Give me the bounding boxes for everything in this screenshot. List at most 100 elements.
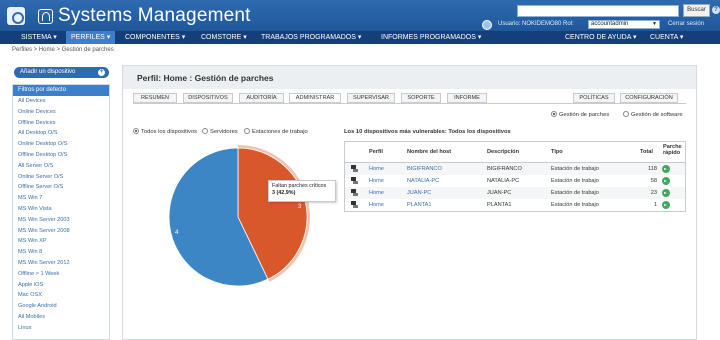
column-header[interactable]: Descripción xyxy=(487,149,519,155)
tab-dispositivos[interactable]: DISPOSITIVOS xyxy=(183,93,233,103)
quick-patch-icon[interactable] xyxy=(662,177,670,185)
breadcrumb[interactable]: Perfiles > Home > Gestión de parches xyxy=(12,47,114,53)
radio-icon xyxy=(202,128,208,134)
filter-item[interactable]: MS Win Vista xyxy=(13,204,109,215)
filter-item[interactable]: Apple iOS xyxy=(13,280,109,291)
filter-item[interactable]: MS Win Server 2012 xyxy=(13,258,109,269)
filter-item[interactable]: Mac OSX xyxy=(13,290,109,301)
radio-servidores[interactable]: Servidores xyxy=(202,128,238,135)
filter-item[interactable]: Offline Devices xyxy=(13,118,109,129)
menu-trabajos-programados[interactable]: TRABAJOS PROGRAMADOS ▾ xyxy=(256,31,366,44)
radio-label: Gestión de parches xyxy=(559,112,610,118)
filter-item[interactable]: Online Server O/S xyxy=(13,172,109,183)
filter-item[interactable]: All Server O/S xyxy=(13,161,109,172)
chevron-down-icon: ▼ xyxy=(652,21,657,27)
filter-item[interactable]: Google Android xyxy=(13,301,109,312)
tab-auditoria[interactable]: AUDITORÍA xyxy=(239,93,284,103)
table-row[interactable]: Home JUAN-PC JUAN-PC Estación de trabajo 23 xyxy=(345,187,685,199)
menu-componentes[interactable]: COMPONENTES ▾ xyxy=(120,31,190,44)
notification-icon[interactable] xyxy=(482,20,492,30)
type-cell: Estación de trabajo xyxy=(551,178,599,184)
app-logo-icon[interactable] xyxy=(7,7,25,25)
filter-item[interactable]: Online Devices xyxy=(13,107,109,118)
quick-patch-icon[interactable] xyxy=(662,189,670,197)
computer-icon xyxy=(351,201,358,208)
filter-item[interactable]: Offline Server O/S xyxy=(13,182,109,193)
devices-table: Perfil Nombre del host Descripción Tipo … xyxy=(344,141,686,212)
type-cell: Estación de trabajo xyxy=(551,166,599,172)
total-cell: 118 xyxy=(648,166,657,172)
type-cell: Estación de trabajo xyxy=(551,190,599,196)
radio-label: Gestión de software xyxy=(631,112,683,118)
profile-link[interactable]: Home xyxy=(369,166,384,172)
pie-label: 4 xyxy=(175,230,179,236)
column-header[interactable]: Tipo xyxy=(551,149,563,155)
host-link[interactable]: NATALIA-PC xyxy=(407,178,439,184)
role-select[interactable]: accountadmin ▼ xyxy=(588,20,660,29)
menu-perfiles[interactable]: PERFILES ▾ xyxy=(66,31,116,44)
tab-politicas[interactable]: POLÍTICAS xyxy=(573,93,615,103)
filter-item[interactable]: MS Win XP xyxy=(13,236,109,247)
host-link[interactable]: BIGIFRANCO xyxy=(407,166,442,172)
radio-gestion-parches[interactable]: Gestión de parches xyxy=(551,111,609,118)
add-device-button[interactable]: Añadir un dispositivo + xyxy=(14,67,109,78)
pie-label: 3 xyxy=(298,204,302,210)
menu-sistema[interactable]: SISTEMA ▾ xyxy=(16,31,62,44)
column-header[interactable]: Nombre del host xyxy=(407,149,451,155)
filter-item[interactable]: MS Win 8 xyxy=(13,247,109,258)
radio-label: Estaciones de trabajo xyxy=(252,129,308,135)
total-cell: 58 xyxy=(650,178,657,184)
table-row[interactable]: Home NATALIA-PC NATALIA-PC Estación de trab… xyxy=(345,175,685,187)
menu-comstore[interactable]: COMSTORE ▾ xyxy=(196,31,252,44)
column-header[interactable]: Total xyxy=(640,149,653,155)
profile-link[interactable]: Home xyxy=(369,202,384,208)
tab-resumen[interactable]: RESUMEN xyxy=(133,93,177,103)
table-header: Perfil Nombre del host Descripción Tipo … xyxy=(345,142,685,163)
radio-gestion-software[interactable]: Gestión de software xyxy=(623,111,683,118)
quick-patch-icon[interactable] xyxy=(662,201,670,209)
quick-patch-icon[interactable] xyxy=(662,165,670,173)
menu-centro-de-ayuda[interactable]: CENTRO DE AYUDA ▾ xyxy=(560,31,641,44)
filter-item[interactable]: MS Win Server 2008 xyxy=(13,226,109,237)
filter-item[interactable]: All Desktop O/S xyxy=(13,128,109,139)
filter-item[interactable]: MS Win Server 2003 xyxy=(13,215,109,226)
tab-configuracion[interactable]: CONFIGURACIÓN xyxy=(620,93,678,103)
app-title: Systems Management xyxy=(58,5,251,26)
user-info: Usuario: NOKIDEMO80 Rol: xyxy=(498,21,574,27)
menu-informes-programados[interactable]: INFORMES PROGRAMADOS ▾ xyxy=(376,31,486,44)
tab-supervisar[interactable]: SUPERVISAR xyxy=(347,93,395,103)
column-header[interactable]: Parche rápido xyxy=(663,144,685,156)
radio-todos-dispositivos[interactable]: Todos los dispositivos xyxy=(133,128,197,135)
radio-icon xyxy=(244,128,250,134)
host-link[interactable]: JUAN-PC xyxy=(407,190,431,196)
column-header[interactable]: Perfil xyxy=(369,149,383,155)
menu-cuenta[interactable]: CUENTA ▾ xyxy=(645,31,688,44)
radio-estaciones-trabajo[interactable]: Estaciones de trabajo xyxy=(244,128,308,135)
help-icon[interactable]: ? xyxy=(712,6,720,14)
filter-panel: Filtros por defecto All Devices Online De… xyxy=(12,84,110,340)
profile-link[interactable]: Home xyxy=(369,190,384,196)
filter-item[interactable]: Online Desktop O/S xyxy=(13,139,109,150)
filter-item[interactable]: Offline Desktop O/S xyxy=(13,150,109,161)
page-title: Perfil: Home : Gestión de parches xyxy=(123,66,696,89)
tooltip-line: Faltan parches críticos xyxy=(272,183,327,189)
tab-informe[interactable]: INFORME xyxy=(447,93,487,103)
tab-soporte[interactable]: SOPORTE xyxy=(401,93,441,103)
host-link[interactable]: PLANTA1 xyxy=(407,202,431,208)
filter-item[interactable]: MS Win 7 xyxy=(13,193,109,204)
description-cell: NATALIA-PC xyxy=(487,178,520,184)
search-button[interactable]: Buscar xyxy=(683,4,710,17)
filter-item[interactable]: All Devices xyxy=(13,96,109,107)
profile-link[interactable]: Home xyxy=(369,178,384,184)
tooltip-value: 3 (42,9%) xyxy=(272,190,296,196)
filter-item[interactable]: Linux xyxy=(13,323,109,334)
filter-item[interactable]: All Mobiles xyxy=(13,312,109,323)
filter-item[interactable]: Offline > 1 Week xyxy=(13,269,109,280)
tab-administrar[interactable]: ADMINISTRAR xyxy=(289,93,341,103)
table-row[interactable]: Home PLANTA1 PLANTA1 Estación de trabajo 1 xyxy=(345,199,685,211)
search-input[interactable] xyxy=(517,5,679,17)
brand-icon xyxy=(38,9,53,24)
table-row[interactable]: Home BIGIFRANCO BIGIFRANCO Estación de trab… xyxy=(345,163,685,175)
computer-icon xyxy=(351,189,358,196)
logout-link[interactable]: Cerrar sesión xyxy=(668,21,704,27)
